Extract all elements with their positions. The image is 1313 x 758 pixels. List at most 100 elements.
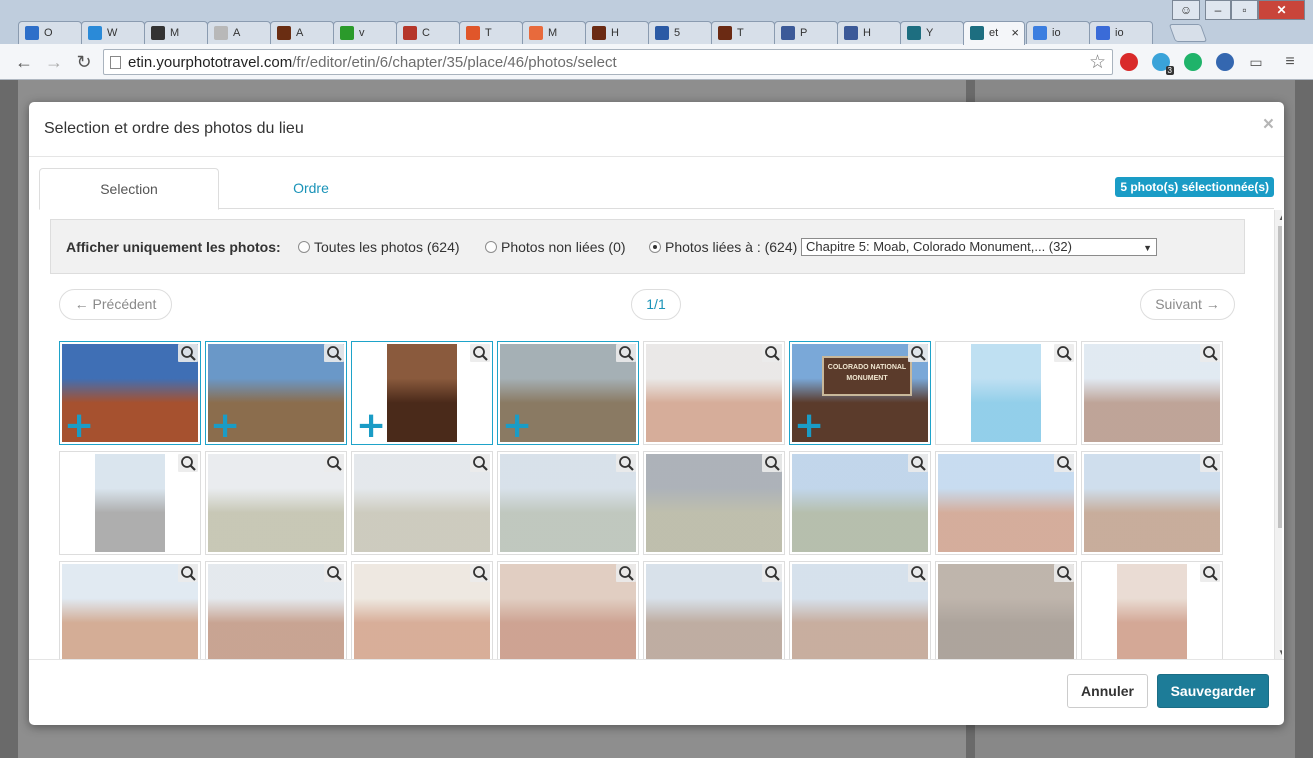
- zoom-icon[interactable]: [1054, 564, 1074, 582]
- photo-scroll-area[interactable]: Afficher uniquement les photos: Toutes l…: [50, 210, 1282, 660]
- tab-selection[interactable]: Selection: [39, 168, 219, 210]
- add-photo-icon[interactable]: +: [64, 408, 94, 444]
- browser-tab[interactable]: W: [81, 21, 145, 44]
- zoom-icon[interactable]: [324, 564, 344, 582]
- add-photo-icon[interactable]: +: [794, 408, 824, 444]
- photo-thumbnail[interactable]: [643, 341, 785, 445]
- zoom-icon[interactable]: [324, 344, 344, 362]
- browser-tab[interactable]: T: [459, 21, 523, 44]
- photo-thumbnail[interactable]: +: [351, 341, 493, 445]
- browser-tab[interactable]: et ×: [963, 21, 1025, 45]
- photo-thumbnail[interactable]: [1081, 341, 1223, 445]
- photo-thumbnail[interactable]: [205, 451, 347, 555]
- photo-thumbnail[interactable]: [1081, 451, 1223, 555]
- tab-ordre[interactable]: Ordre: [221, 168, 401, 208]
- browser-tab[interactable]: A: [270, 21, 334, 44]
- add-photo-icon[interactable]: +: [356, 408, 386, 444]
- browser-tab[interactable]: Y: [900, 21, 964, 44]
- menu-icon[interactable]: ≡: [1279, 51, 1301, 73]
- reload-icon[interactable]: ↻: [73, 51, 95, 73]
- browser-tab[interactable]: M: [522, 21, 586, 44]
- photo-thumbnail[interactable]: [935, 561, 1077, 660]
- zoom-icon[interactable]: [324, 454, 344, 472]
- add-photo-icon[interactable]: +: [502, 408, 532, 444]
- scrollbar-thumb[interactable]: [1278, 226, 1282, 528]
- photo-thumbnail[interactable]: [497, 561, 639, 660]
- photo-thumbnail[interactable]: [935, 341, 1077, 445]
- zoom-icon[interactable]: [1200, 564, 1220, 582]
- add-photo-icon[interactable]: +: [210, 408, 240, 444]
- globe-icon[interactable]: [1216, 53, 1234, 71]
- scroll-up-icon[interactable]: ▲: [1278, 213, 1282, 222]
- zoom-icon[interactable]: [1054, 344, 1074, 362]
- grammarly-icon[interactable]: [1184, 53, 1202, 71]
- zoom-icon[interactable]: [762, 564, 782, 582]
- photo-thumbnail[interactable]: [789, 561, 931, 660]
- scroll-down-icon[interactable]: ▼: [1278, 648, 1282, 657]
- radio-dot[interactable]: [485, 241, 497, 253]
- browser-tab[interactable]: io: [1026, 21, 1090, 44]
- page-indicator[interactable]: 1/1: [631, 289, 681, 320]
- browser-tab[interactable]: M: [144, 21, 208, 44]
- window-close-button[interactable]: ✕: [1258, 0, 1305, 20]
- cast-icon[interactable]: ▭: [1245, 51, 1267, 73]
- zoom-icon[interactable]: [178, 454, 198, 472]
- zoom-icon[interactable]: [616, 454, 636, 472]
- zoom-icon[interactable]: [178, 344, 198, 362]
- browser-tab[interactable]: io: [1089, 21, 1153, 44]
- browser-tab[interactable]: O: [18, 21, 82, 44]
- zoom-icon[interactable]: [616, 564, 636, 582]
- user-icon[interactable]: ☺: [1172, 0, 1200, 20]
- browser-tab[interactable]: 5: [648, 21, 712, 44]
- zoom-icon[interactable]: [178, 564, 198, 582]
- adblock-icon[interactable]: [1120, 53, 1138, 71]
- zoom-icon[interactable]: [762, 454, 782, 472]
- ghost-icon[interactable]: 3: [1152, 53, 1174, 75]
- back-icon[interactable]: ←: [13, 51, 35, 73]
- photo-thumbnail[interactable]: [59, 451, 201, 555]
- photo-thumbnail[interactable]: [497, 451, 639, 555]
- photo-thumbnail[interactable]: [351, 451, 493, 555]
- chapter-select[interactable]: Chapitre 5: Moab, Colorado Monument,... …: [801, 238, 1157, 256]
- browser-tab[interactable]: C: [396, 21, 460, 44]
- bookmark-star-icon[interactable]: ☆: [1089, 51, 1106, 74]
- forward-icon[interactable]: →: [43, 51, 65, 73]
- maximize-button[interactable]: ▫: [1231, 0, 1258, 20]
- browser-tab[interactable]: P: [774, 21, 838, 44]
- photo-thumbnail[interactable]: +: [497, 341, 639, 445]
- new-tab-button[interactable]: [1168, 24, 1208, 42]
- photo-thumbnail[interactable]: [351, 561, 493, 660]
- radio-linked-photos[interactable]: Photos liées à : (624): [649, 239, 797, 255]
- photo-thumbnail[interactable]: +: [59, 341, 201, 445]
- radio-unlinked-photos[interactable]: Photos non liées (0): [485, 239, 626, 255]
- zoom-icon[interactable]: [1200, 454, 1220, 472]
- tab-close-icon[interactable]: ×: [1011, 25, 1019, 40]
- zoom-icon[interactable]: [616, 344, 636, 362]
- save-button[interactable]: Sauvegarder: [1157, 674, 1269, 708]
- vertical-scrollbar[interactable]: ▲ ▼: [1274, 210, 1282, 660]
- radio-dot-checked[interactable]: [649, 241, 661, 253]
- zoom-icon[interactable]: [908, 564, 928, 582]
- zoom-icon[interactable]: [470, 344, 490, 362]
- photo-thumbnail[interactable]: [643, 451, 785, 555]
- photo-thumbnail[interactable]: [59, 561, 201, 660]
- zoom-icon[interactable]: [908, 454, 928, 472]
- browser-tab[interactable]: v: [333, 21, 397, 44]
- photo-thumbnail[interactable]: +: [205, 341, 347, 445]
- zoom-icon[interactable]: [470, 454, 490, 472]
- photo-thumbnail[interactable]: [789, 451, 931, 555]
- photo-thumbnail[interactable]: [205, 561, 347, 660]
- radio-dot[interactable]: [298, 241, 310, 253]
- address-bar[interactable]: etin.yourphototravel.com/fr/editor/etin/…: [103, 49, 1113, 75]
- browser-tab[interactable]: H: [837, 21, 901, 44]
- minimize-button[interactable]: –: [1205, 0, 1231, 20]
- cancel-button[interactable]: Annuler: [1067, 674, 1148, 708]
- photo-thumbnail[interactable]: [643, 561, 785, 660]
- photo-thumbnail[interactable]: [935, 451, 1077, 555]
- zoom-icon[interactable]: [908, 344, 928, 362]
- next-button[interactable]: Suivant →: [1140, 289, 1235, 320]
- modal-close-button[interactable]: ×: [1263, 114, 1274, 136]
- photo-thumbnail[interactable]: COLORADO NATIONAL MONUMENT +: [789, 341, 931, 445]
- browser-tab[interactable]: A: [207, 21, 271, 44]
- zoom-icon[interactable]: [1054, 454, 1074, 472]
